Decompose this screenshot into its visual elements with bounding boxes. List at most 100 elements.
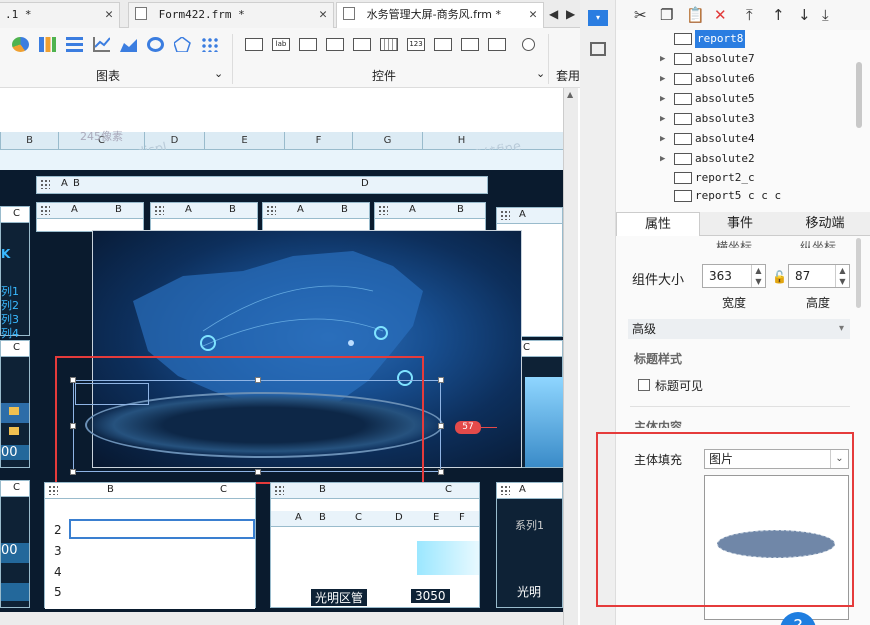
size-label: 组件大小 bbox=[632, 273, 685, 288]
property-tabs: 属性 事件 移动端 bbox=[616, 212, 870, 236]
height-label: 高度 bbox=[806, 296, 831, 310]
component-toolbar: ✂ ❐ 📋 ✕ ⤒ ↑ ↓ ⤓ bbox=[616, 0, 870, 30]
report-icon bbox=[674, 33, 692, 45]
chevron-down-icon[interactable]: ⌄ bbox=[214, 67, 223, 80]
left-report-block[interactable]: C K 列1 列2 列3 列4 bbox=[0, 206, 30, 340]
control-date-icon[interactable] bbox=[380, 38, 398, 51]
bottom-report-block[interactable]: BC 2 3 4 5 bbox=[44, 482, 256, 609]
width-input[interactable]: 363 ▲ ▼ bbox=[702, 264, 766, 288]
control-label-icon[interactable]: lab bbox=[272, 38, 290, 51]
title-visible-checkbox[interactable] bbox=[638, 379, 650, 391]
column-header: G bbox=[352, 132, 422, 150]
chevron-down-icon[interactable]: ▾ bbox=[839, 319, 844, 339]
absolute-layout-icon bbox=[674, 113, 692, 125]
column-header: A bbox=[61, 178, 68, 189]
control-checkbox-icon[interactable] bbox=[461, 38, 479, 51]
close-icon[interactable]: ✕ bbox=[529, 3, 537, 27]
paste-icon[interactable]: 📋 bbox=[686, 6, 705, 24]
control-button-icon[interactable] bbox=[245, 38, 263, 51]
delete-icon[interactable]: ✕ bbox=[714, 6, 727, 24]
tab-form422[interactable]: Form422.frm * ✕ bbox=[128, 2, 334, 28]
gauge-icon[interactable] bbox=[147, 37, 164, 52]
absolute-layout-icon bbox=[674, 73, 692, 85]
absolute-layout-icon bbox=[674, 93, 692, 105]
left-report-block[interactable]: C 00 bbox=[0, 480, 30, 608]
canvas-top-area bbox=[0, 88, 563, 132]
tree-scrollbar[interactable] bbox=[856, 62, 862, 128]
close-icon[interactable]: ✕ bbox=[105, 3, 113, 27]
control-textbox-icon[interactable] bbox=[299, 38, 317, 51]
lock-icon[interactable]: 🔓 bbox=[772, 270, 787, 284]
report-block[interactable]: AB bbox=[262, 202, 370, 232]
absolute-layout-icon bbox=[674, 133, 692, 145]
tab-events[interactable]: 事件 bbox=[700, 212, 780, 236]
move-bottom-icon[interactable]: ⤓ bbox=[822, 6, 829, 24]
height-input[interactable]: 87 ▲ ▼ bbox=[788, 264, 850, 288]
horizontal-bar-icon[interactable] bbox=[66, 37, 83, 52]
report-block[interactable]: AB bbox=[36, 202, 144, 232]
expand-arrow-icon[interactable]: ▶ bbox=[660, 150, 665, 168]
row-number: 2 bbox=[54, 523, 62, 537]
pie-chart-icon[interactable] bbox=[12, 37, 29, 52]
form-file-icon bbox=[343, 7, 355, 20]
canvas-horizontal-scrollbar[interactable] bbox=[0, 612, 563, 625]
tab-label: Form422.frm * bbox=[158, 8, 245, 21]
stepper-icon[interactable]: ▲ ▼ bbox=[751, 265, 765, 287]
bottom-report-block[interactable]: BC ABCDEF 光明区管 3050 bbox=[270, 482, 480, 608]
value-cell: 00 bbox=[1, 445, 29, 460]
tab-form-1[interactable]: .1 * ✕ bbox=[0, 2, 120, 28]
move-top-icon[interactable]: ⤒ bbox=[746, 6, 753, 24]
control-form-icon[interactable] bbox=[353, 38, 371, 51]
control-search-icon[interactable] bbox=[522, 38, 535, 51]
expand-arrow-icon[interactable]: ▶ bbox=[660, 110, 665, 128]
stepper-icon[interactable]: ▲ ▼ bbox=[835, 265, 849, 287]
expand-arrow-icon[interactable]: ▶ bbox=[660, 50, 665, 68]
canvas-light-band bbox=[0, 150, 563, 170]
row-number: 5 bbox=[54, 585, 62, 599]
expand-arrow-icon[interactable]: ▶ bbox=[660, 130, 665, 148]
move-up-icon[interactable]: ↑ bbox=[772, 6, 785, 24]
tab-label: 水务管理大屏-商务风.frm * bbox=[366, 8, 502, 21]
tab-scroll-right-icon[interactable]: ▶ bbox=[566, 7, 575, 21]
props-scrollbar[interactable] bbox=[856, 238, 861, 308]
control-number-icon[interactable]: 123 bbox=[407, 38, 425, 51]
control-combobox-icon[interactable] bbox=[326, 38, 344, 51]
tab-mobile[interactable]: 移动端 bbox=[780, 212, 870, 236]
report-icon bbox=[674, 172, 692, 184]
canvas-vertical-scrollbar[interactable]: ▲ bbox=[563, 88, 578, 625]
bar-chart-icon[interactable] bbox=[39, 37, 56, 52]
tab-label: .1 * bbox=[5, 8, 32, 21]
move-down-icon[interactable]: ↓ bbox=[798, 6, 811, 24]
expand-arrow-icon[interactable]: ▶ bbox=[660, 90, 665, 108]
area-chart-icon[interactable] bbox=[120, 37, 137, 52]
expand-arrow-icon[interactable]: ▶ bbox=[660, 70, 665, 88]
cut-icon[interactable]: ✂ bbox=[634, 6, 647, 24]
left-report-block[interactable]: C 00 bbox=[0, 340, 30, 468]
control-radio-icon[interactable] bbox=[434, 38, 452, 51]
wide-report-block[interactable]: A B D bbox=[36, 176, 488, 194]
line-chart-icon[interactable] bbox=[93, 37, 111, 52]
bottom-report-block[interactable]: A 系列1 光明 bbox=[496, 482, 563, 608]
chevron-down-icon[interactable]: ⌄ bbox=[536, 67, 545, 80]
form-file-icon bbox=[135, 7, 147, 20]
close-icon[interactable]: ✕ bbox=[319, 3, 327, 27]
absolute-layout-icon bbox=[674, 153, 692, 165]
position-label: 245像素 bbox=[80, 130, 123, 143]
advanced-section-header[interactable]: 高级 ▾ bbox=[628, 319, 850, 339]
ribbon-group-control: 控件 bbox=[372, 69, 397, 83]
report-block[interactable]: AB bbox=[150, 202, 258, 232]
layout-panel-icon[interactable] bbox=[590, 42, 606, 56]
district-label: 光明区管 bbox=[311, 589, 368, 606]
highlight-box bbox=[596, 432, 854, 607]
report-block[interactable]: AB bbox=[374, 202, 486, 232]
radar-icon[interactable] bbox=[173, 36, 191, 53]
control-list-icon[interactable] bbox=[488, 38, 506, 51]
tab-properties[interactable]: 属性 bbox=[616, 212, 700, 236]
scatter-icon[interactable] bbox=[201, 37, 218, 52]
width-label: 宽度 bbox=[722, 296, 747, 310]
tab-water-dashboard[interactable]: 水务管理大屏-商务风.frm * ✕ bbox=[336, 2, 544, 28]
bottom-right-label: 光明 bbox=[517, 585, 542, 599]
copy-icon[interactable]: ❐ bbox=[660, 6, 673, 24]
component-tree-toggle-icon[interactable]: ▾ bbox=[588, 10, 608, 26]
tab-scroll-left-icon[interactable]: ◀ bbox=[549, 7, 558, 21]
